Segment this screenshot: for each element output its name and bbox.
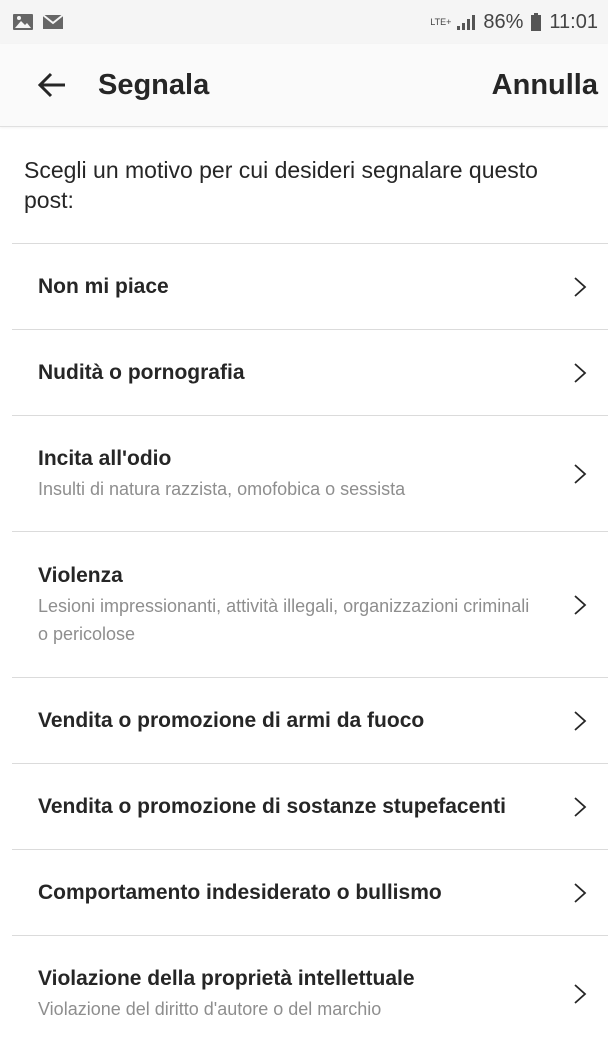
chevron-right-icon — [560, 454, 600, 494]
reason-title: Comportamento indesiderato o bullismo — [38, 880, 442, 904]
arrow-left-icon — [37, 72, 65, 98]
reason-title: Violazione della proprietà intellettuale — [38, 967, 415, 990]
reason-subtitle: Lesioni impressionanti, attività illegal… — [38, 595, 530, 644]
battery-icon — [531, 13, 542, 31]
chevron-right-icon — [560, 701, 600, 741]
chevron-right-icon — [560, 787, 600, 827]
report-reasons-list: Non mi piace Nudità o pornografia Incita… — [12, 244, 608, 1043]
report-prompt: Scegli un motivo per cui desideri segnal… — [12, 127, 608, 244]
mail-notification-icon — [42, 13, 64, 31]
reason-item[interactable]: Violenza Lesioni impressionanti, attivit… — [12, 532, 608, 678]
battery-percentage: 86% — [483, 10, 524, 33]
reason-item[interactable]: Non mi piace — [12, 244, 608, 330]
reason-title: Non mi piace — [38, 274, 169, 298]
back-button[interactable] — [20, 53, 84, 117]
cancel-button[interactable]: Annulla — [492, 69, 598, 102]
chevron-right-icon — [560, 873, 600, 913]
report-screen: LTE+ 86% 11:01 Segnala Annulla Scegli un… — [0, 0, 608, 1043]
network-type: LTE+ — [430, 16, 452, 27]
reason-subtitle: Violazione del diritto d'autore o del ma… — [38, 999, 382, 1019]
reason-item[interactable]: Vendita o promozione di armi da fuoco — [12, 678, 608, 764]
chevron-right-icon — [560, 974, 600, 1014]
reason-title: Vendita o promozione di sostanze stupefa… — [38, 794, 506, 818]
reason-item[interactable]: Nudità o pornografia — [12, 330, 608, 416]
status-bar: LTE+ 86% 11:01 — [0, 0, 608, 44]
reason-title: Nudità o pornografia — [38, 360, 245, 384]
reason-title: Violenza — [38, 563, 123, 587]
reason-title: Vendita o promozione di armi da fuoco — [38, 708, 425, 732]
chevron-right-icon — [560, 267, 600, 307]
reason-item[interactable]: Violazione della proprietà intellettuale… — [12, 936, 608, 1043]
image-notification-icon — [12, 13, 34, 31]
reason-title: Incita all'odio — [38, 446, 172, 470]
chevron-right-icon — [560, 353, 600, 393]
reason-item[interactable]: Vendita o promozione di sostanze stupefa… — [12, 764, 608, 850]
top-app-bar: Segnala Annulla — [0, 44, 608, 127]
signal-icon — [457, 14, 476, 30]
page-title: Segnala — [98, 68, 210, 101]
reason-subtitle: Insulti di natura razzista, omofobica o … — [38, 478, 406, 499]
reason-item[interactable]: Incita all'odio Insulti di natura razzis… — [12, 416, 608, 532]
clock: 11:01 — [549, 10, 598, 33]
reason-item[interactable]: Comportamento indesiderato o bullismo — [12, 850, 608, 936]
chevron-right-icon — [560, 585, 600, 625]
